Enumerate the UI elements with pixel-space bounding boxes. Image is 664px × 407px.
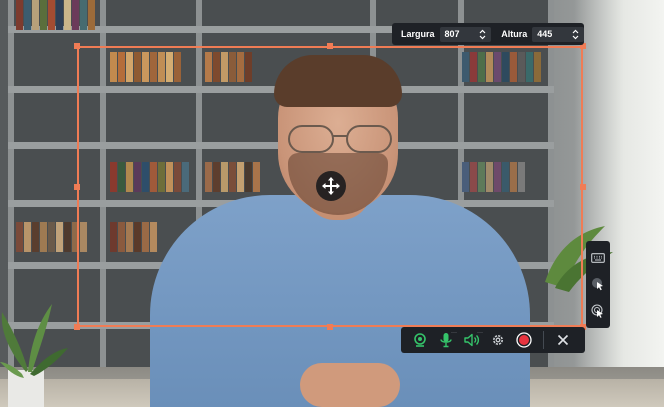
speaker-button[interactable]: ··· — [459, 327, 485, 353]
cursor-highlight-icon — [592, 278, 603, 291]
width-label: Largura — [401, 29, 435, 39]
resize-handle-right[interactable] — [580, 184, 586, 190]
resize-handle-left[interactable] — [74, 184, 80, 190]
click-effect-button[interactable] — [588, 301, 608, 321]
stepper-arrows-icon — [572, 29, 579, 39]
plant — [0, 304, 68, 407]
move-arrows-icon — [322, 177, 340, 195]
width-stepper[interactable] — [479, 29, 486, 40]
hands — [300, 363, 400, 407]
close-icon — [557, 334, 569, 346]
click-effect-icon — [591, 304, 603, 318]
keyboard-display-button[interactable] — [588, 248, 608, 268]
webcam-button[interactable] — [407, 327, 433, 353]
height-label: Altura — [501, 29, 528, 39]
toolbar-divider — [543, 331, 544, 349]
resize-handle-bottom[interactable] — [327, 324, 333, 330]
books — [16, 0, 96, 30]
gear-icon — [493, 335, 503, 345]
more-options-icon[interactable]: ··· — [477, 330, 483, 336]
keyboard-icon — [591, 253, 605, 264]
cursor-highlight-button[interactable] — [588, 274, 608, 294]
height-value: 445 — [537, 29, 553, 39]
height-stepper[interactable] — [572, 29, 579, 40]
recording-toolbar: ··· ··· — [401, 327, 585, 353]
microphone-button[interactable]: ··· — [433, 327, 459, 353]
resize-handle-bottom-left[interactable] — [74, 324, 80, 330]
record-button[interactable] — [511, 327, 537, 353]
stepper-arrows-icon — [479, 29, 486, 39]
width-field[interactable]: 807 — [439, 26, 492, 42]
size-bar: Largura 807 Altura 445 — [392, 23, 584, 45]
width-value: 807 — [444, 29, 460, 39]
resize-handle-top[interactable] — [327, 43, 333, 49]
settings-button[interactable] — [485, 327, 511, 353]
height-field[interactable]: 445 — [532, 26, 584, 42]
side-toolbar — [586, 241, 610, 328]
more-options-icon[interactable]: ··· — [451, 330, 457, 336]
webcam-icon — [414, 333, 426, 347]
close-button[interactable] — [550, 327, 576, 353]
resize-handle-top-left[interactable] — [74, 43, 80, 49]
record-icon — [516, 332, 532, 348]
move-button[interactable] — [316, 171, 346, 201]
